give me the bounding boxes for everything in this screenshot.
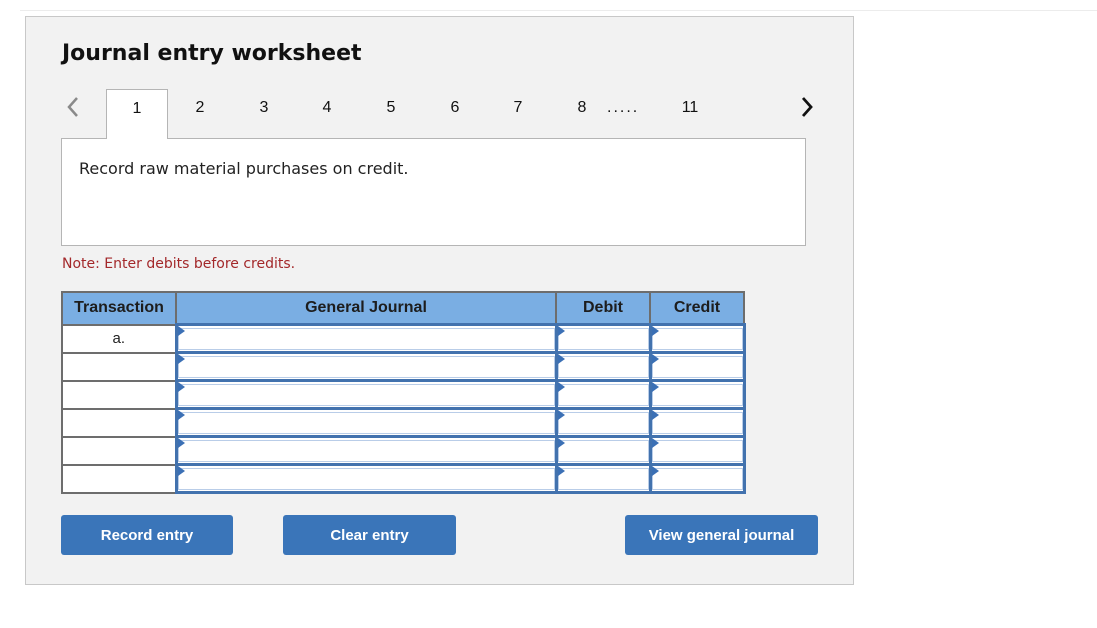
note-text: Note: Enter debits before credits. — [62, 256, 296, 272]
account-select-cell — [174, 435, 558, 466]
transaction-cell — [61, 463, 177, 494]
input-marker-icon — [651, 466, 659, 476]
account-select-cell — [174, 379, 558, 410]
pagination-ellipsis: ..... — [607, 99, 640, 116]
debit-input-cell — [554, 407, 652, 438]
credit-input-cell — [648, 323, 746, 354]
tab-2[interactable]: 2 — [169, 89, 231, 139]
page-title: Journal entry worksheet — [62, 41, 362, 66]
debit-input-cell — [554, 323, 652, 354]
table-row: a. — [61, 323, 746, 354]
debit-input[interactable] — [557, 383, 649, 406]
input-marker-icon — [557, 410, 565, 420]
tab-8[interactable]: 8 — [551, 89, 613, 139]
record-entry-button[interactable]: Record entry — [61, 515, 233, 555]
tab-3[interactable]: 3 — [233, 89, 295, 139]
input-marker-icon — [177, 354, 185, 364]
debit-input-cell — [554, 435, 652, 466]
account-select[interactable] — [177, 439, 555, 462]
debit-input[interactable] — [557, 439, 649, 462]
credit-input[interactable] — [651, 327, 743, 350]
credit-input[interactable] — [651, 439, 743, 462]
table-row — [61, 463, 746, 494]
input-marker-icon — [651, 438, 659, 448]
input-marker-icon — [177, 438, 185, 448]
debit-input-cell — [554, 379, 652, 410]
prompt-text: Record raw material purchases on credit. — [79, 159, 409, 178]
credit-input[interactable] — [651, 355, 743, 378]
credit-input[interactable] — [651, 383, 743, 406]
credit-input[interactable] — [651, 467, 743, 490]
table-row — [61, 379, 746, 410]
tab-7[interactable]: 7 — [487, 89, 549, 139]
account-select[interactable] — [177, 467, 555, 490]
input-marker-icon — [651, 326, 659, 336]
tab-11[interactable]: 11 — [659, 89, 721, 139]
tab-1[interactable]: 1 — [106, 89, 168, 139]
debit-input[interactable] — [557, 355, 649, 378]
credit-input-cell — [648, 351, 746, 382]
account-select[interactable] — [177, 383, 555, 406]
chevron-right-icon[interactable] — [797, 95, 817, 119]
account-select[interactable] — [177, 355, 555, 378]
account-select-cell — [174, 407, 558, 438]
input-marker-icon — [557, 326, 565, 336]
credit-input-cell — [648, 435, 746, 466]
input-marker-icon — [651, 354, 659, 364]
transaction-cell: a. — [61, 323, 177, 354]
input-marker-icon — [177, 466, 185, 476]
input-marker-icon — [557, 382, 565, 392]
chevron-left-icon[interactable] — [63, 95, 83, 119]
view-general-journal-button[interactable]: View general journal — [625, 515, 818, 555]
account-select-cell — [174, 323, 558, 354]
transaction-cell — [61, 379, 177, 410]
input-marker-icon — [177, 382, 185, 392]
account-select-cell — [174, 463, 558, 494]
header-credit: Credit — [649, 291, 745, 326]
debit-input[interactable] — [557, 327, 649, 350]
header-debit: Debit — [555, 291, 651, 326]
input-marker-icon — [651, 382, 659, 392]
journal-table: Transaction General Journal Debit Credit… — [61, 291, 746, 494]
debit-input[interactable] — [557, 411, 649, 434]
table-row — [61, 435, 746, 466]
transaction-cell — [61, 435, 177, 466]
table-row — [61, 407, 746, 438]
debit-input-cell — [554, 463, 652, 494]
input-marker-icon — [557, 438, 565, 448]
tab-5[interactable]: 5 — [360, 89, 422, 139]
account-select[interactable] — [177, 327, 555, 350]
transaction-cell — [61, 351, 177, 382]
tab-6[interactable]: 6 — [424, 89, 486, 139]
top-divider — [20, 10, 1097, 11]
header-general-journal: General Journal — [175, 291, 557, 326]
credit-input-cell — [648, 463, 746, 494]
header-transaction: Transaction — [61, 291, 177, 326]
table-header-row: Transaction General Journal Debit Credit — [61, 291, 745, 326]
input-marker-icon — [177, 326, 185, 336]
account-select[interactable] — [177, 411, 555, 434]
input-marker-icon — [557, 354, 565, 364]
credit-input-cell — [648, 407, 746, 438]
input-marker-icon — [557, 466, 565, 476]
account-select-cell — [174, 351, 558, 382]
credit-input[interactable] — [651, 411, 743, 434]
prompt-box: Record raw material purchases on credit. — [61, 138, 806, 246]
transaction-cell — [61, 407, 177, 438]
debit-input-cell — [554, 351, 652, 382]
tab-4[interactable]: 4 — [296, 89, 358, 139]
input-marker-icon — [651, 410, 659, 420]
table-row — [61, 351, 746, 382]
journal-entry-worksheet-panel: Journal entry worksheet 1 2 3 4 5 6 7 8 … — [25, 16, 854, 585]
credit-input-cell — [648, 379, 746, 410]
clear-entry-button[interactable]: Clear entry — [283, 515, 456, 555]
debit-input[interactable] — [557, 467, 649, 490]
input-marker-icon — [177, 410, 185, 420]
